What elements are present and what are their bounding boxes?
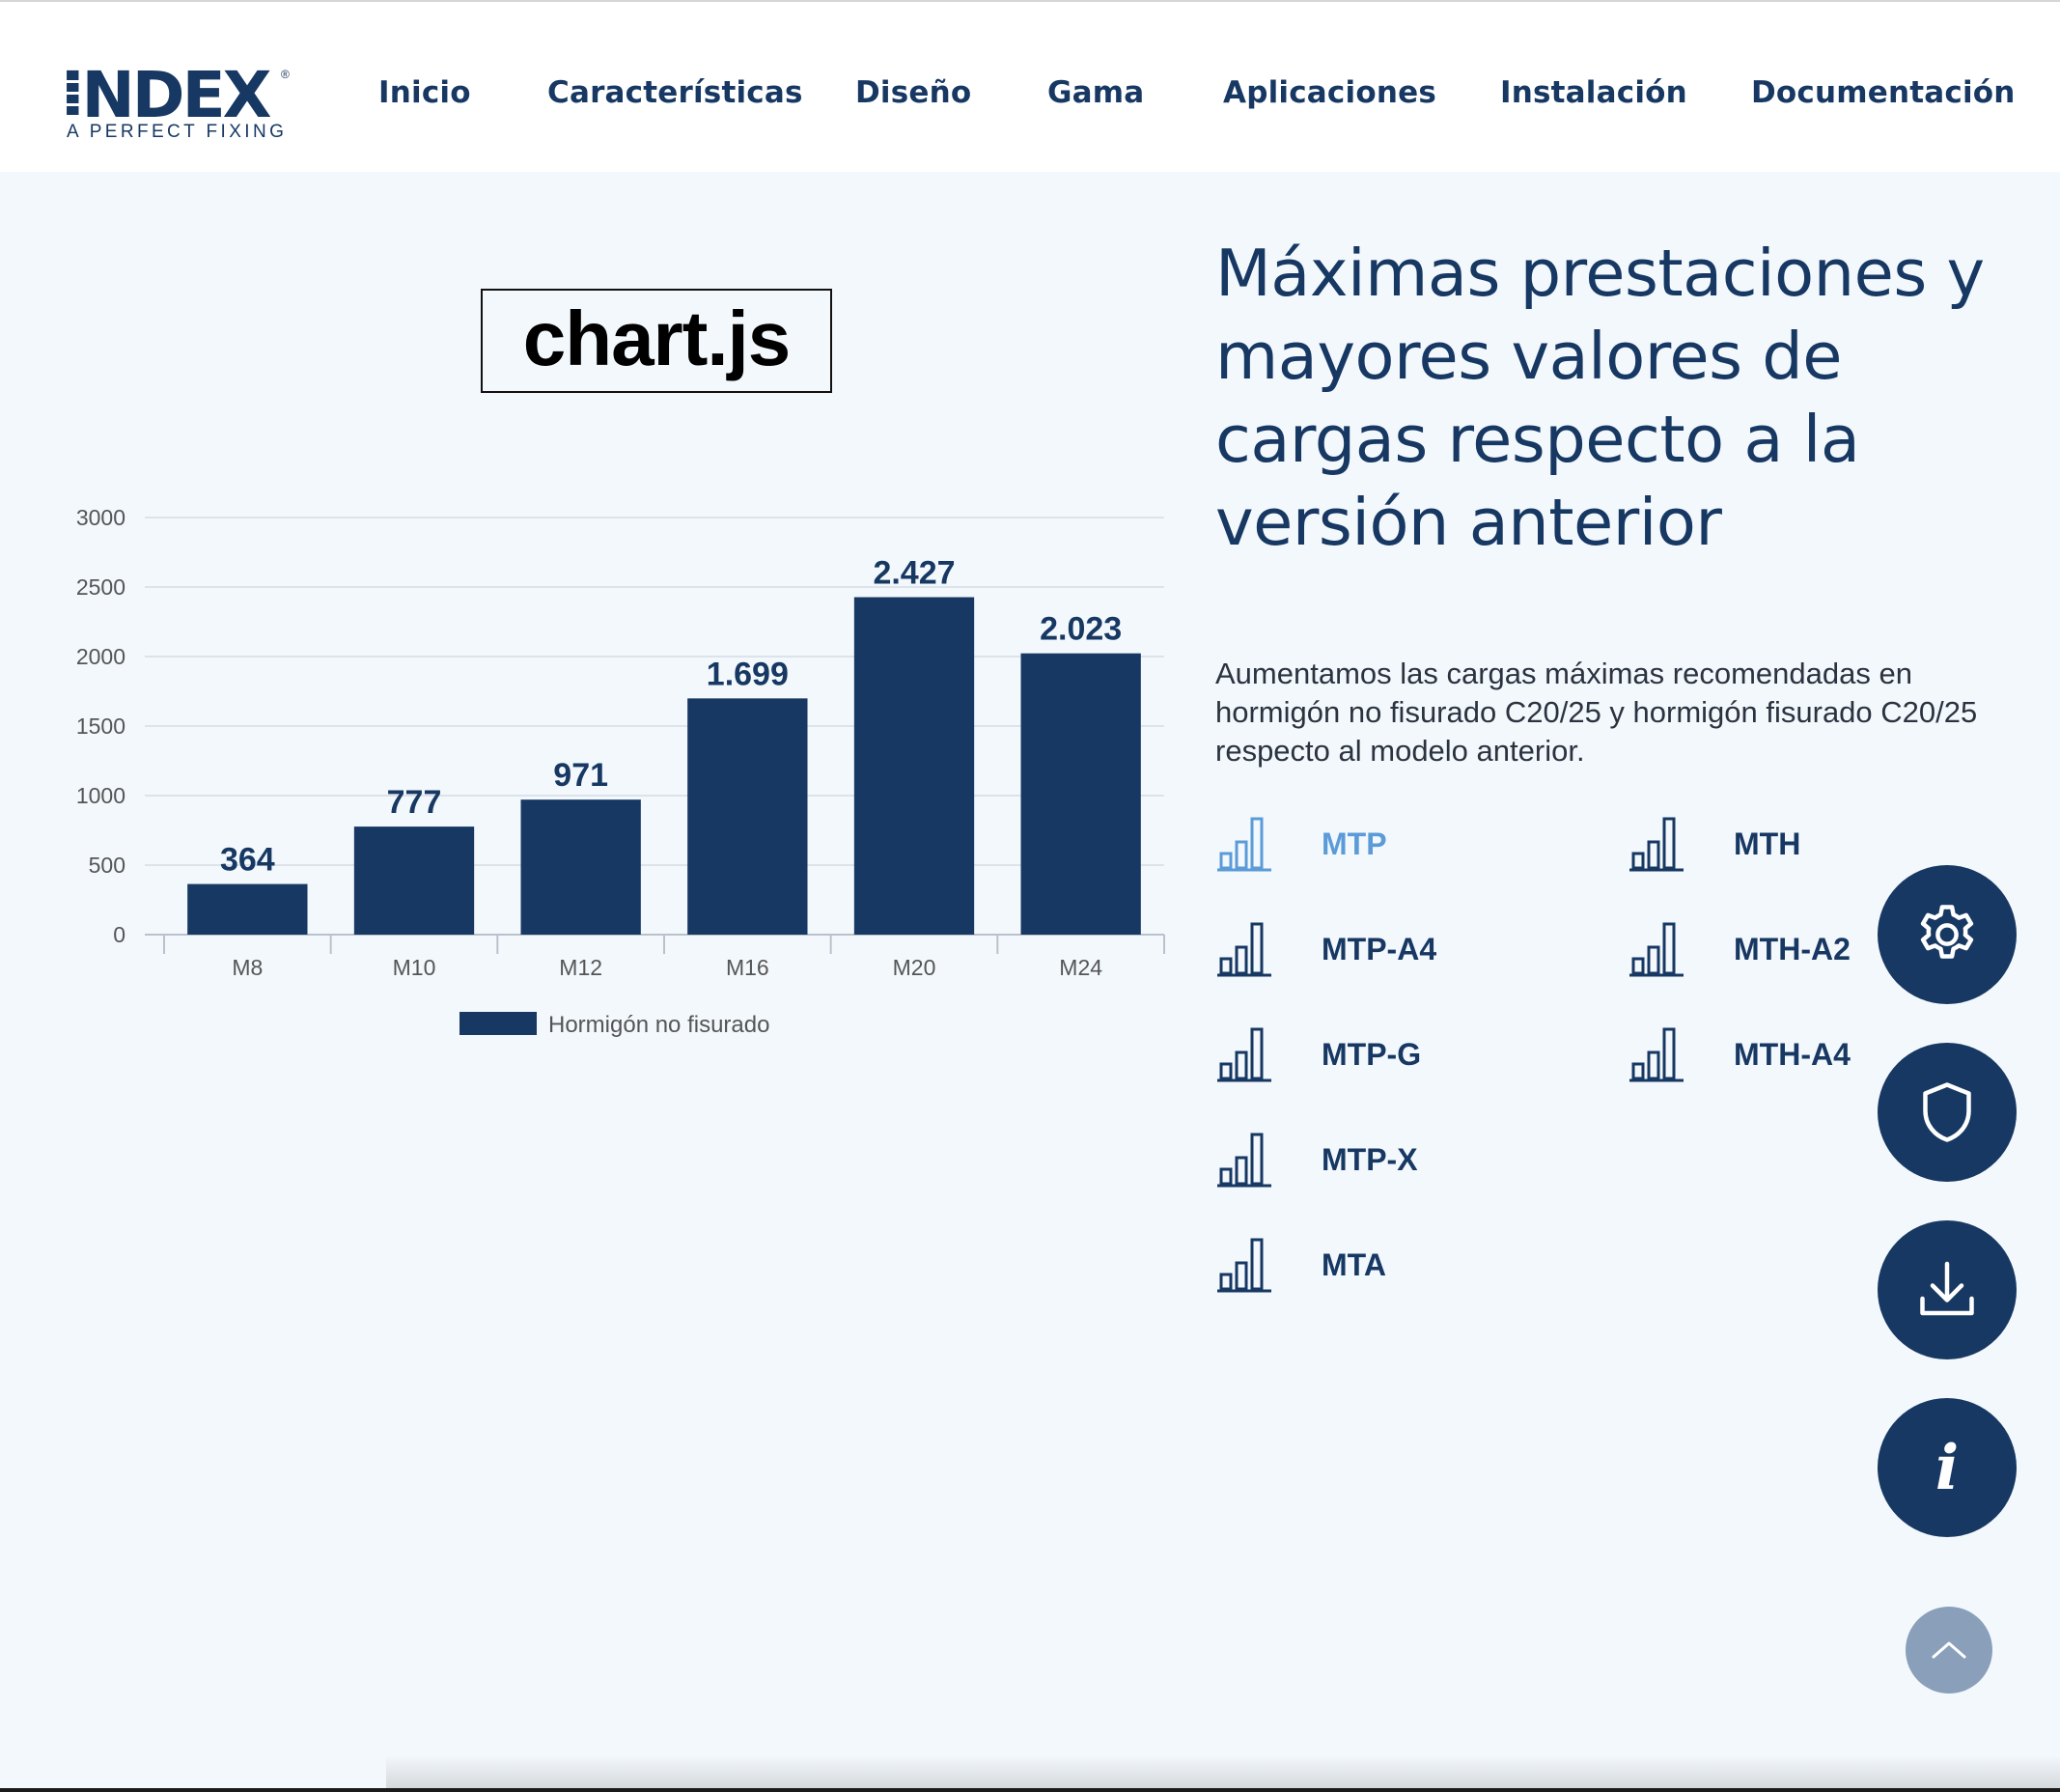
section-description: Aumentamos las cargas máximas recomendad…: [1215, 657, 1978, 768]
y-tick-label: 1000: [76, 783, 125, 808]
info-button[interactable]: i: [1878, 1398, 2017, 1537]
nav-aplicaciones[interactable]: Aplicaciones: [1223, 75, 1436, 110]
model-label: MTH-A2: [1734, 931, 1851, 966]
nav-documentacion[interactable]: Documentación: [1751, 75, 2016, 110]
x-tick-label: M10: [393, 955, 436, 980]
model-link-mth-a4[interactable]: MTH-A4: [1628, 1025, 1851, 1083]
x-tick-label: M24: [1059, 955, 1102, 980]
gear-icon: [1920, 905, 1974, 959]
data-label: 1.699: [707, 656, 789, 692]
chevron-up-icon: [1932, 1641, 1966, 1659]
legend-label: Hormigón no fisurado: [548, 1012, 769, 1038]
model-label: MTP-X: [1322, 1141, 1418, 1177]
model-label: MTP: [1322, 826, 1387, 861]
chartjs-placeholder-label: chart.js: [481, 289, 832, 393]
scroll-to-top-button[interactable]: [1906, 1607, 1992, 1694]
y-tick-label: 0: [113, 922, 125, 947]
y-tick-label: 3000: [76, 505, 125, 530]
nav-instalacion[interactable]: Instalación: [1500, 75, 1687, 110]
nav-inicio[interactable]: Inicio: [378, 75, 471, 110]
data-label: 364: [220, 842, 275, 879]
model-link-mth[interactable]: MTH: [1628, 815, 1800, 873]
settings-button[interactable]: [1878, 865, 2017, 1004]
model-link-mtp-x[interactable]: MTP-X: [1215, 1131, 1418, 1189]
logo-stripes: [61, 71, 80, 122]
section-headline: Máximas prestaciones y mayores valores d…: [1215, 236, 1985, 560]
bottom-shadow: [386, 1755, 2060, 1792]
bar-chart-icon: [1629, 922, 1684, 977]
security-button[interactable]: [1878, 1043, 2017, 1182]
shield-icon: [1923, 1082, 1971, 1142]
x-tick-label: M12: [559, 955, 602, 980]
nav-gama[interactable]: Gama: [1047, 75, 1144, 110]
bar-chart-icon: [1217, 817, 1271, 872]
logo-registered-mark: ®: [281, 68, 290, 81]
model-link-mth-a2[interactable]: MTH-A2: [1628, 920, 1851, 978]
nav-diseno[interactable]: Diseño: [855, 75, 971, 110]
data-label: 777: [387, 784, 442, 821]
y-tick-label: 1500: [76, 714, 125, 739]
load-bar-chart: 0 500 1000 1500 2000 2500 3000 364 M8 777 M10 971 M1…: [76, 505, 1165, 1038]
bar-chart-icon: [1217, 1238, 1271, 1293]
nav-caracteristicas[interactable]: Características: [547, 75, 803, 110]
model-label: MTA: [1322, 1246, 1386, 1282]
bar-chart-icon: [1629, 817, 1684, 872]
bottom-border: [0, 1788, 2060, 1792]
bar-m8: [187, 883, 308, 935]
y-tick-label: 2000: [76, 644, 125, 669]
legend-swatch: [459, 1012, 537, 1035]
data-label: 2.023: [1040, 611, 1122, 648]
bar-m10: [353, 826, 475, 935]
bar-m12: [520, 799, 641, 935]
model-link-mtp[interactable]: MTP: [1215, 815, 1387, 873]
bar-chart-icon: [1217, 1133, 1271, 1188]
download-button[interactable]: [1878, 1220, 2017, 1359]
model-label: MTH: [1734, 826, 1801, 861]
bar-m16: [687, 698, 808, 935]
bar-m24: [1020, 653, 1141, 935]
model-link-mta[interactable]: MTA: [1215, 1236, 1386, 1294]
data-label: 971: [553, 757, 608, 794]
bar-chart-icon: [1217, 1027, 1271, 1082]
site-header: INDEX ® A PERFECT FIXING Inicio Caracter…: [0, 2, 2060, 172]
model-link-mtp-g[interactable]: MTP-G: [1215, 1025, 1421, 1083]
x-tick-label: M8: [232, 955, 263, 980]
x-tick-label: M20: [893, 955, 936, 980]
model-link-mtp-a4[interactable]: MTP-A4: [1215, 920, 1436, 978]
info-icon: i: [1935, 1431, 1960, 1504]
bar-chart-icon: [1217, 922, 1271, 977]
bar-m20: [853, 597, 975, 935]
y-tick-label: 2500: [76, 574, 125, 600]
x-tick-label: M16: [726, 955, 769, 980]
model-label: MTH-A4: [1734, 1036, 1851, 1072]
download-icon: [1920, 1261, 1974, 1316]
index-logo[interactable]: INDEX ® A PERFECT FIXING: [61, 58, 292, 143]
y-tick-label: 500: [89, 853, 125, 878]
model-label: MTP-A4: [1322, 931, 1437, 966]
data-label: 2.427: [873, 555, 955, 592]
model-label: MTP-G: [1322, 1036, 1422, 1072]
bar-chart-icon: [1629, 1027, 1684, 1082]
logo-tagline: A PERFECT FIXING: [67, 122, 288, 142]
logo-wordmark: INDEX: [61, 58, 272, 132]
